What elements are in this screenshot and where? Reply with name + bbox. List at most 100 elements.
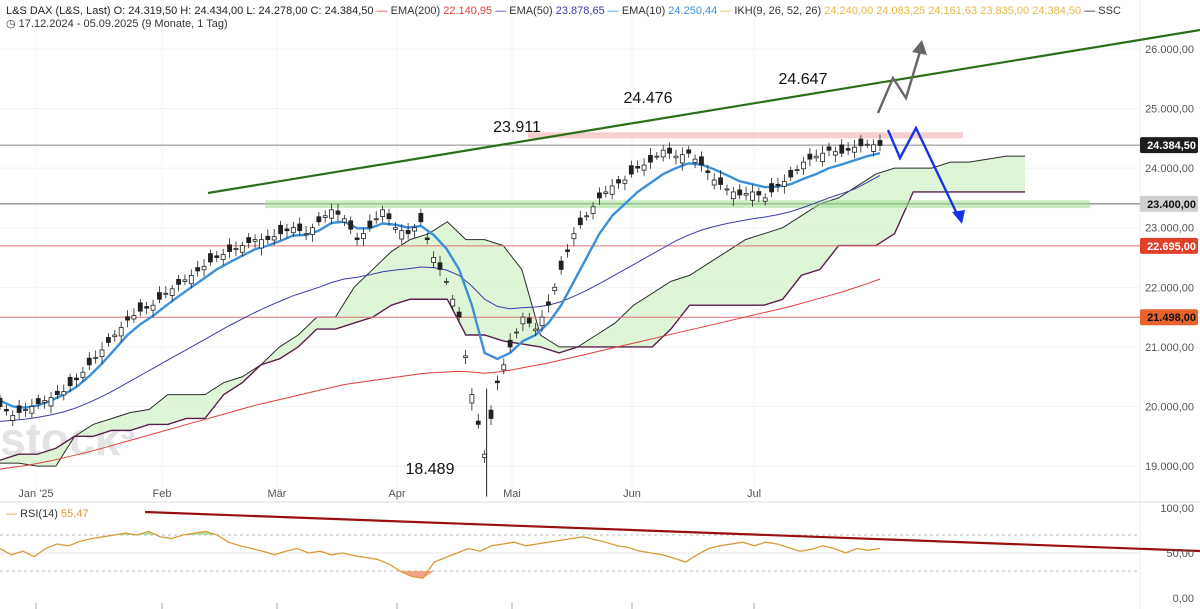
candle-body [106,337,111,343]
candle-body [176,278,181,285]
candle-body [361,233,366,240]
price-annotation: 24.647 [779,71,828,88]
candle-body [845,148,851,151]
candle-body [679,154,685,164]
x-tick-label: Mär [268,488,287,500]
candle-body [335,210,341,215]
candle-body [463,355,468,358]
candle-body [214,255,220,258]
candle-body [533,328,539,332]
candle-body [341,218,347,223]
candle-body [718,177,723,185]
candle-body [3,408,9,412]
candle-body [775,183,781,187]
rsi-y-tick: 0,00 [1173,593,1194,605]
candle-body [609,185,615,195]
candle-body [112,334,118,338]
candle-body [475,420,481,425]
candle-body [667,147,672,154]
y-tick-label: 20.000,00 [1145,402,1194,414]
candle-body [660,149,666,158]
candle-body [131,315,137,320]
candle-body [367,220,373,229]
candle-body [552,286,558,292]
indicator-label: EMA(50) [509,5,555,17]
candle-body [354,237,360,241]
candle-body [380,209,386,217]
header-line-1: L&S DAX (L&S, Last) O: 24.319,50 H: 24.4… [6,5,1121,17]
indicator-value: 24.240,00 24.083,25 24.161,63 23.835,00 … [824,5,1084,17]
candle-body [144,306,150,309]
candle-body [93,356,99,359]
candle-body [539,316,545,326]
rsi-y-tick: 100,00 [1160,503,1194,515]
rsi-label-name: RSI(14) [20,508,61,520]
chart-stage: stock³ 24.647 24.476 23.911 18.489 26.000,0… [0,0,1200,609]
candle-body [469,394,475,404]
dax-chart: stock³ 24.64724.47623.91118.489 26.000,0… [0,0,1200,609]
candle-body [501,364,507,371]
y-tick-label: 21.000,00 [1145,342,1194,354]
candle-body [603,191,609,195]
candle-body [769,183,774,193]
indicator-dash: — [608,5,622,17]
candle-body [571,233,577,240]
candle-body [852,146,857,153]
indicator-dash: — [377,5,391,17]
rsi-label-dash: — [6,508,20,520]
candle-body [494,380,500,384]
candle-body [577,217,583,226]
candle-body [590,206,596,214]
candle-body [392,227,398,230]
x-tick-label: Feb [153,488,172,500]
candle-body [61,391,67,396]
candle-body [29,406,35,414]
header-line-2: ◷ 17.12.2024 - 05.09.2025 (9 Monate, 1 T… [6,18,228,30]
candle-body [431,257,437,263]
price-label-text: 24.384,50 [1147,140,1196,152]
candle-body [839,144,845,154]
candle-body [303,233,309,236]
candle-body [284,228,290,232]
price-label-text: 22.695,00 [1147,241,1196,253]
candle-body [80,371,86,378]
candle-body [813,155,819,159]
resistance-zone [528,132,963,139]
candle-body [48,397,54,407]
indicator-label: EMA(10) [622,5,668,17]
candle-body [0,397,3,407]
candle-body [616,179,621,184]
candle-body [386,213,392,220]
candle-body [271,236,277,241]
candle-body [794,169,800,171]
candle-body [546,301,551,306]
candle-body [188,274,194,285]
candle-body [278,224,283,235]
candle-body [699,156,704,166]
candle-body [482,453,488,458]
candle-body [788,169,794,178]
candle-body [10,415,16,421]
candle-body [526,317,532,324]
candle-body [756,191,762,196]
candle-body [67,376,73,387]
y-tick-label: 23.000,00 [1145,223,1194,235]
rsi-label-value: 55,47 [61,508,89,520]
candle-body [195,267,201,272]
candle-body [762,197,768,202]
candle-body [826,146,832,151]
candle-body [137,302,143,312]
rsi-y-tick: 50,00 [1166,548,1194,560]
candle-body [641,164,647,171]
indicator-dash: — [495,5,509,17]
candle-body [220,254,226,260]
candle-body [163,292,169,295]
indicator-label: SSC [1098,5,1121,17]
candle-body [373,218,379,221]
candle-body [724,188,730,191]
candle-body [864,143,870,146]
candle-body [42,400,48,403]
x-tick-label: Mai [503,488,521,500]
y-tick-label: 19.000,00 [1145,461,1194,473]
y-tick-label: 24.000,00 [1145,163,1194,175]
